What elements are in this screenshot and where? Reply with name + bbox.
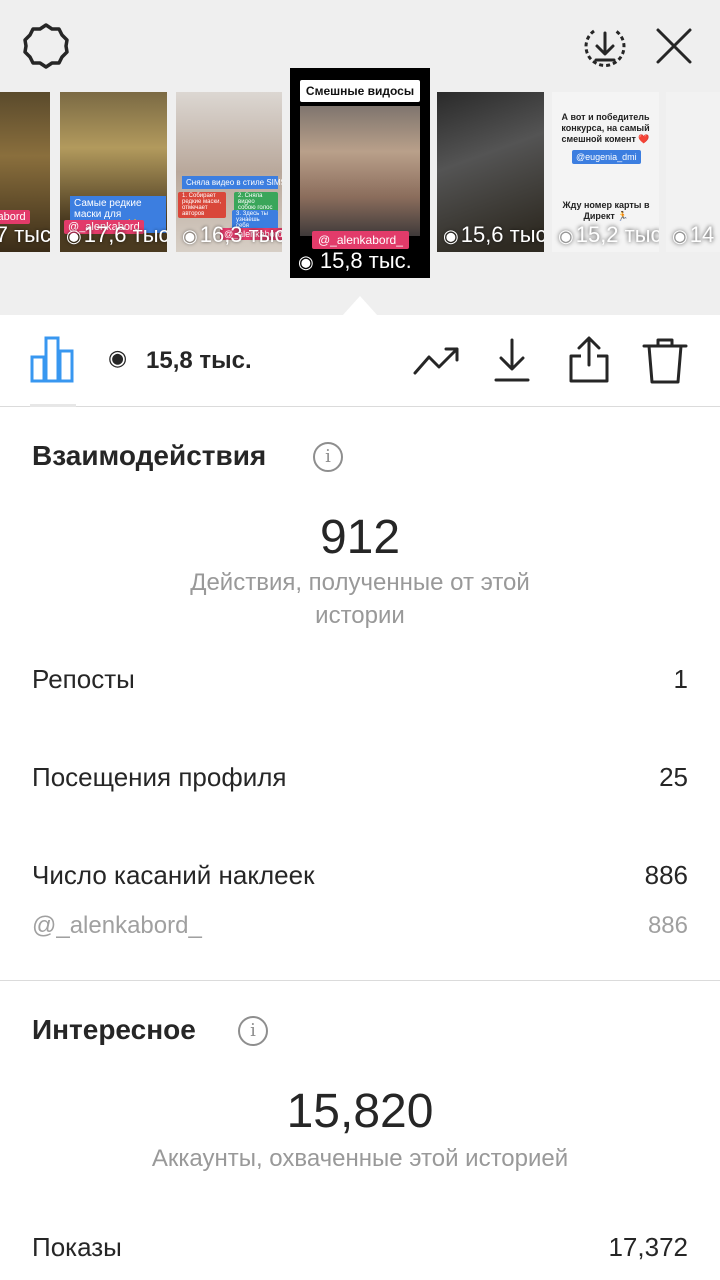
tab-underline — [30, 404, 76, 407]
story-note: 2. Сняла видео собою голос — [234, 192, 278, 212]
discovery-total: 15,820 — [286, 1085, 434, 1138]
story-mention: @eugenia_dmi — [572, 150, 641, 164]
story-views: ◉14 — [672, 222, 714, 248]
section-divider — [0, 980, 720, 981]
info-icon[interactable]: i — [238, 1016, 268, 1046]
eye-icon: ◉ — [66, 226, 82, 246]
interactions-title: Взаимодействия — [32, 440, 267, 471]
download-circle-icon[interactable] — [580, 22, 630, 72]
info-icon[interactable]: i — [313, 442, 343, 472]
stat-subvalue: 886 — [647, 912, 688, 939]
stat-sublabel: @_alenkabord_ — [32, 912, 202, 939]
discovery-caption: Аккаунты, охваченные этой историей — [151, 1145, 569, 1172]
story-caption: Сняла видео в стиле SIMS — [182, 176, 282, 189]
selected-story-title: Смешные видосы 😂 — [300, 80, 420, 120]
eye-icon: ◉ — [182, 226, 198, 246]
story-note: 1. Собирает редкие маски, отмечает автор… — [178, 192, 226, 218]
discovery-title: Интересное — [32, 1014, 196, 1045]
stat-label: Репосты — [32, 664, 135, 694]
eye-icon: ◉ — [443, 226, 459, 246]
eye-icon: ◉ — [108, 345, 128, 370]
share-icon[interactable] — [564, 335, 614, 385]
eye-icon: ◉ — [298, 252, 314, 272]
story-views-value: 16,3 тыс — [199, 222, 282, 247]
story-thumbnail[interactable]: А вот и победитель конкурса, на самый см… — [552, 92, 659, 252]
insights-bars-icon[interactable] — [30, 335, 76, 383]
story-views: ◉15,2 тыс — [558, 222, 659, 248]
story-views-value: 7 тыс — [0, 222, 50, 247]
interactions-caption: Действия, полученные от этой истории — [190, 569, 530, 629]
stat-label: Показы — [32, 1232, 122, 1262]
selected-story-views-value: 15,8 тыс. — [319, 248, 412, 273]
story-caption: Жду номер карты в Директ 🏃 — [562, 200, 650, 221]
trend-icon[interactable] — [412, 335, 462, 385]
selected-story-photo — [300, 106, 420, 236]
selected-story-username: @_alenkabord_ — [312, 231, 409, 249]
story-views-value: 15,2 тыс — [575, 222, 659, 247]
download-icon[interactable] — [487, 335, 537, 385]
selection-pointer — [342, 296, 378, 316]
stat-value: 1 — [673, 664, 688, 694]
stat-label: Число касаний наклеек — [32, 860, 315, 890]
selected-story-views: ◉ 15,8 тыс. — [298, 248, 412, 274]
story-thumbnail[interactable]: kabord ◉7 тыс — [0, 92, 50, 252]
stat-value: 886 — [644, 860, 688, 890]
story-caption: А вот и победитель конкурса, на самый см… — [561, 112, 650, 144]
story-views: ◉15,6 тыс — [443, 222, 544, 248]
story-views-value: 14 — [689, 222, 715, 247]
eye-icon: ◉ — [558, 226, 574, 246]
close-icon[interactable] — [652, 24, 696, 68]
story-thumbnail[interactable]: Сняла видео в стиле SIMS 1. Собирает ред… — [176, 92, 282, 252]
selected-story[interactable]: Смешные видосы 😂 @_alenkabord_ ◉ 15,8 ты… — [290, 68, 430, 278]
story-views-value: 17,6 тыс — [83, 222, 167, 247]
story-thumbnail[interactable]: Самые редкие маски для Инстаграм 🙀 @_ale… — [60, 92, 167, 252]
stat-value: 25 — [659, 762, 688, 792]
story-thumbnail[interactable]: ◉15,6 тыс — [437, 92, 544, 252]
story-views: ◉7 тыс — [0, 222, 50, 248]
story-thumbnail[interactable]: ◉14 — [666, 92, 720, 252]
stat-label: Посещения профиля — [32, 762, 287, 792]
story-views: ◉16,3 тыс — [182, 222, 282, 248]
eye-icon: ◉ — [672, 226, 688, 246]
insights-toolbar: ◉ 15,8 тыс. — [0, 315, 720, 407]
stat-value: 17,372 — [608, 1232, 688, 1262]
story-carousel-area: kabord ◉7 тыс Самые редкие маски для Инс… — [0, 0, 720, 316]
story-views: ◉17,6 тыс — [66, 222, 167, 248]
gear-icon[interactable] — [22, 22, 70, 70]
story-view-count: 15,8 тыс. — [146, 347, 252, 374]
interactions-total: 912 — [319, 511, 401, 564]
trash-icon[interactable] — [640, 335, 690, 385]
story-views-value: 15,6 тыс — [460, 222, 544, 247]
